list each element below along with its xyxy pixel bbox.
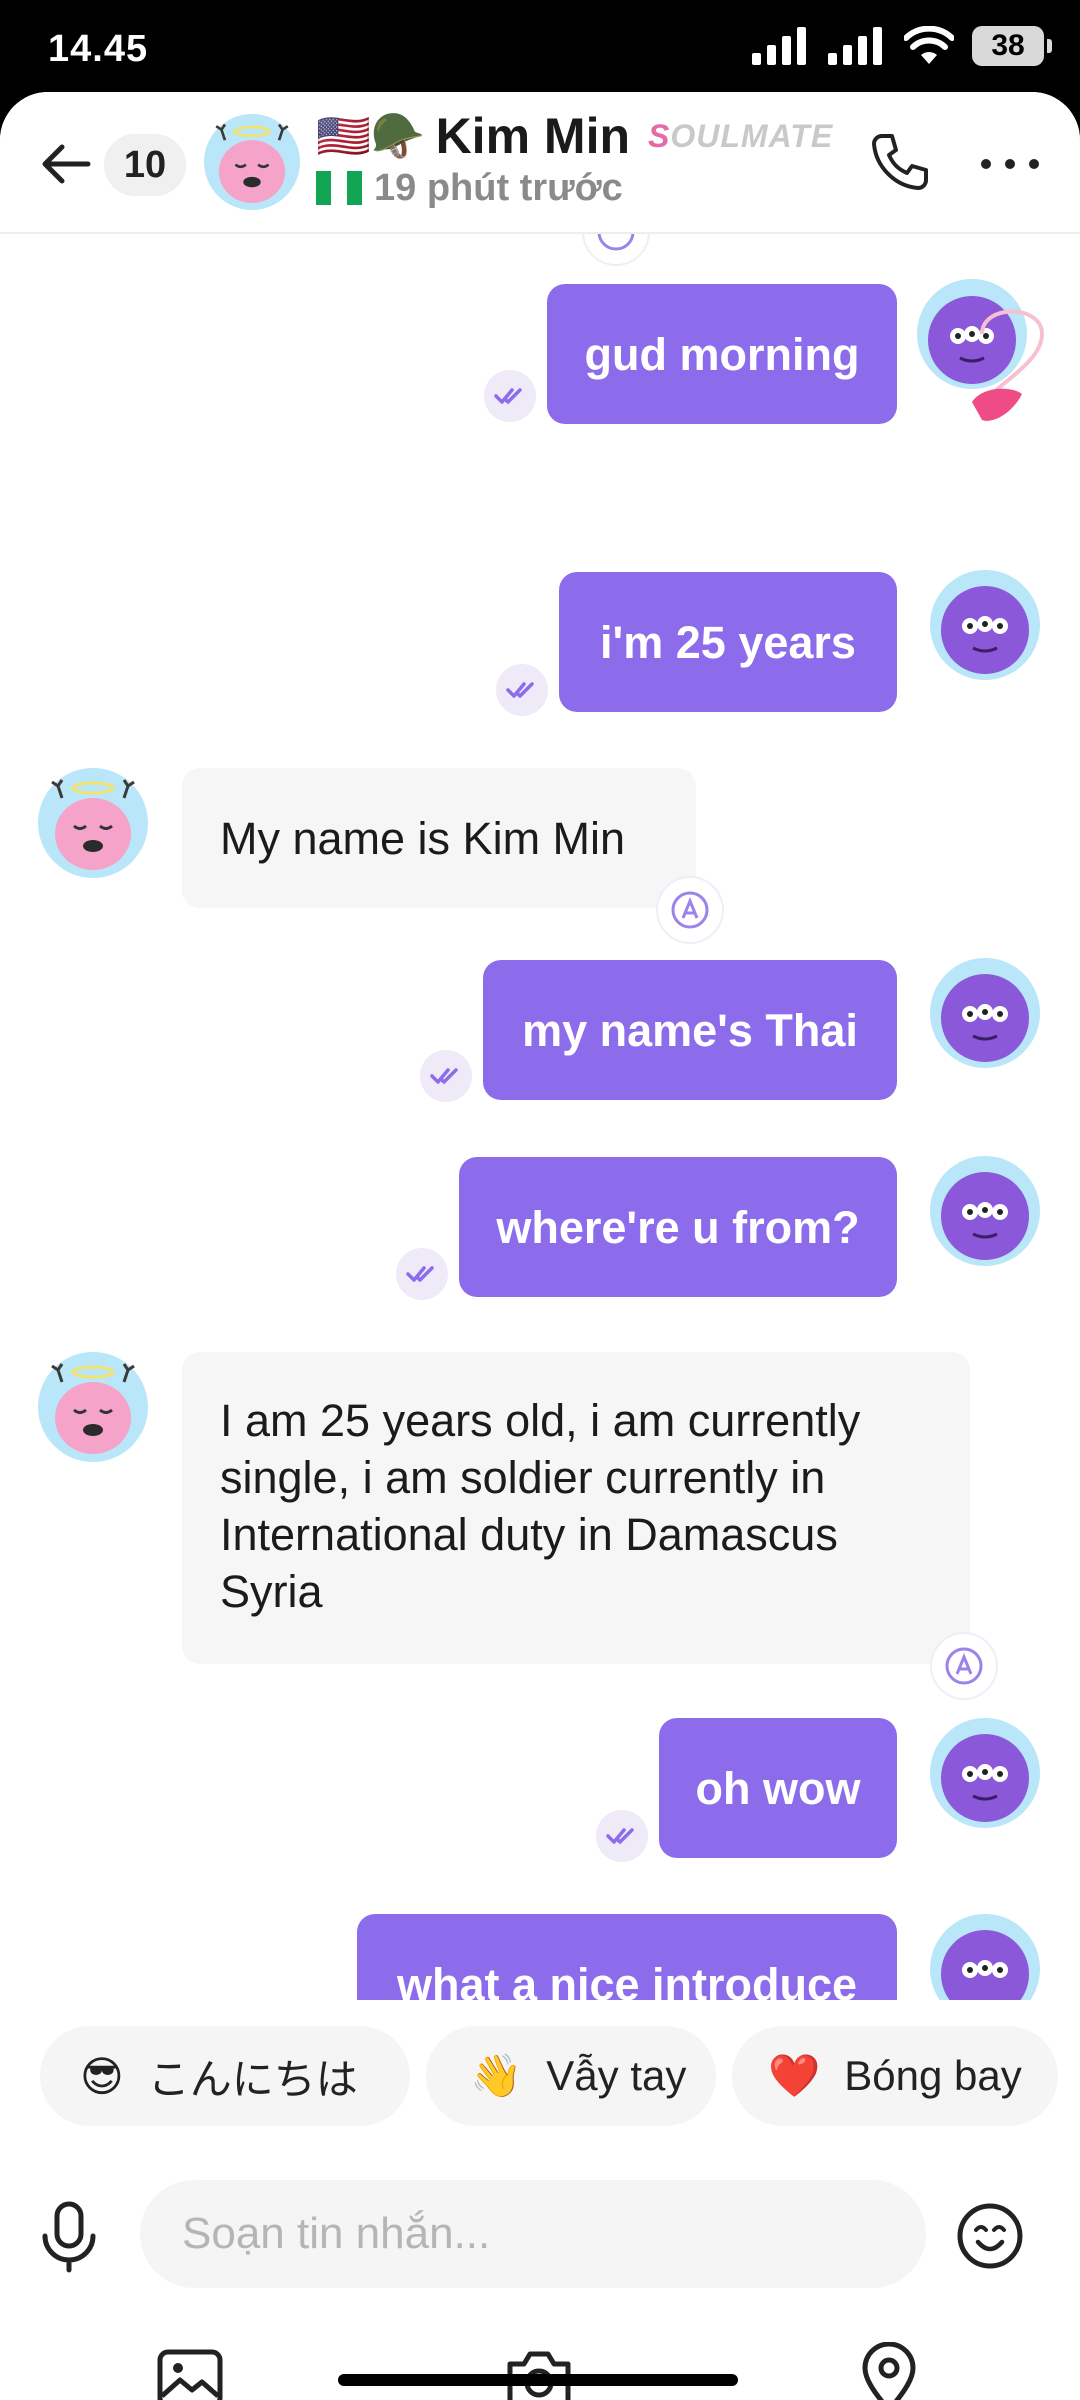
quick-reply-bar: 😎 こんにちは 👋 Vẫy tay ❤️ Bóng bay xyxy=(0,2026,1080,2130)
message-bubble-outgoing[interactable]: my name's Thai xyxy=(483,960,897,1100)
contact-avatar[interactable] xyxy=(38,1352,148,1462)
chat-header: 10 🇺🇸🪖 Kim Min SOULMATE 19 phút trước xyxy=(0,92,1080,234)
quick-reply-chip[interactable]: 😎 こんにちは xyxy=(40,2026,410,2126)
translate-icon[interactable] xyxy=(658,878,722,942)
contact-name[interactable]: Kim Min xyxy=(436,107,630,165)
quick-reply-label: こんにちは xyxy=(147,2055,358,2103)
signal-icon xyxy=(752,27,806,65)
last-seen: 19 phút trước xyxy=(316,166,623,210)
sender-avatar-with-heart[interactable] xyxy=(912,274,1052,434)
my-avatar[interactable] xyxy=(930,958,1040,1068)
status-time: 14.45 xyxy=(48,28,149,70)
my-avatar[interactable] xyxy=(930,570,1040,680)
contact-title: 🇺🇸🪖 Kim Min SOULMATE xyxy=(316,106,833,166)
message-bubble-outgoing[interactable]: gud morning xyxy=(547,284,897,424)
double-check-icon xyxy=(420,1050,472,1102)
double-check-icon xyxy=(596,1810,648,1862)
translate-icon[interactable] xyxy=(584,234,648,264)
my-avatar[interactable] xyxy=(930,1718,1040,1828)
waving-hand-emoji-icon: 👋 xyxy=(470,2051,523,2099)
quick-reply-label: Vẫy tay xyxy=(546,2052,687,2099)
back-arrow-icon[interactable] xyxy=(36,134,96,194)
message-list[interactable]: gud morning i'm 25 years My name is Kim … xyxy=(0,234,1080,2000)
last-seen-text: 19 phút trước xyxy=(374,166,623,209)
message-line: single, i am soldier currently in xyxy=(220,1452,826,1503)
contact-avatar[interactable] xyxy=(38,768,148,878)
message-bubble-outgoing[interactable]: what a nice introduce xyxy=(357,1914,897,2000)
message-bubble-incoming[interactable]: My name is Kim Min xyxy=(182,768,696,908)
message-input[interactable] xyxy=(140,2180,926,2288)
double-check-icon xyxy=(396,1248,448,1300)
message-bubble-incoming[interactable]: I am 25 years old, i am currently single… xyxy=(182,1352,970,1664)
unread-count-badge[interactable]: 10 xyxy=(104,134,186,196)
more-icon[interactable] xyxy=(978,144,1042,184)
quick-reply-label: Bóng bay xyxy=(844,2052,1022,2099)
phone-icon[interactable] xyxy=(868,130,932,194)
location-icon[interactable] xyxy=(860,2342,918,2400)
message-line: International duty in Damascus xyxy=(220,1509,838,1560)
battery-indicator: 38 xyxy=(972,26,1052,66)
message-bubble-outgoing[interactable]: i'm 25 years xyxy=(559,572,897,712)
message-line: I am 25 years old, i am currently xyxy=(220,1395,861,1446)
chat-screen: 10 🇺🇸🪖 Kim Min SOULMATE 19 phút trước gu… xyxy=(0,92,1080,2400)
gallery-icon[interactable] xyxy=(156,2348,224,2400)
signal-icon xyxy=(828,27,882,65)
my-avatar[interactable] xyxy=(930,1914,1040,2000)
message-input-container xyxy=(140,2180,926,2288)
quick-reply-chip[interactable]: ❤️ Bóng bay xyxy=(732,2026,1058,2126)
emoji-icon[interactable] xyxy=(956,2202,1024,2270)
double-check-icon xyxy=(496,664,548,716)
status-icons: 38 xyxy=(752,26,1052,66)
wifi-icon xyxy=(904,26,954,64)
status-bar: 14.45 38 xyxy=(0,0,1080,100)
contact-flags: 🇺🇸🪖 xyxy=(316,112,426,161)
message-bubble-outgoing[interactable]: where're u from? xyxy=(459,1157,897,1297)
camera-icon[interactable] xyxy=(504,2346,574,2400)
mic-icon[interactable] xyxy=(36,2200,102,2274)
quick-reply-chip[interactable]: 👋 Vẫy tay xyxy=(426,2026,716,2126)
nigeria-flag-icon xyxy=(316,171,362,205)
contact-avatar[interactable] xyxy=(204,114,300,210)
sunglasses-emoji-icon: 😎 xyxy=(80,2052,124,2100)
my-avatar[interactable] xyxy=(930,1156,1040,1266)
heart-emoji-icon: ❤️ xyxy=(768,2051,821,2099)
message-line: Syria xyxy=(220,1566,323,1617)
double-check-icon xyxy=(484,370,536,422)
home-indicator[interactable] xyxy=(338,2374,738,2386)
translate-icon[interactable] xyxy=(932,1634,996,1698)
message-bubble-outgoing[interactable]: oh wow xyxy=(659,1718,897,1858)
soulmate-badge: SOULMATE xyxy=(648,117,834,154)
